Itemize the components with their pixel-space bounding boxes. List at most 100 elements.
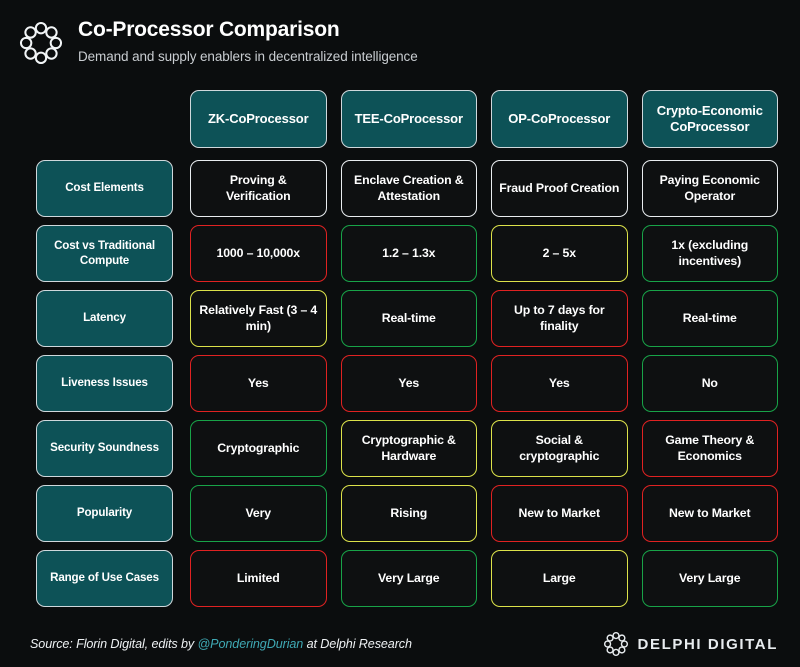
row-label-cost-elements: Cost Elements: [36, 160, 173, 217]
column-header-cell: OP-CoProcessor: [491, 90, 642, 148]
data-cell: 1000 – 10,000x: [190, 225, 341, 282]
data-cell: Real-time: [642, 290, 779, 347]
cell-use-cases-zk: Limited: [190, 550, 327, 607]
table-row: Security Soundness Cryptographic Cryptog…: [0, 420, 800, 477]
data-cell: Large: [491, 550, 642, 607]
source-prefix: Source: Florin Digital, edits by: [30, 637, 198, 651]
data-cell: Social & cryptographic: [491, 420, 642, 477]
data-cell: Rising: [341, 485, 492, 542]
column-header-cell: ZK-CoProcessor: [190, 90, 341, 148]
row-label-security-soundness: Security Soundness: [36, 420, 173, 477]
source-suffix: at Delphi Research: [303, 637, 412, 651]
row-label-cell: Popularity: [36, 485, 173, 542]
cell-cost-ratio-crypto: 1x (excluding incentives): [642, 225, 779, 282]
column-header-cell: Crypto-Economic CoProcessor: [642, 90, 779, 148]
cell-popularity-zk: Very: [190, 485, 327, 542]
table-row: Liveness Issues Yes Yes Yes No: [0, 355, 800, 412]
cell-use-cases-op: Large: [491, 550, 628, 607]
data-cell: Proving & Verification: [190, 160, 341, 217]
data-cell: Enclave Creation & Attestation: [341, 160, 492, 217]
row-label-cell: Cost Elements: [36, 160, 173, 217]
data-cell: Yes: [341, 355, 492, 412]
comparison-matrix: ZK-CoProcessor TEE-CoProcessor OP-CoProc…: [0, 90, 800, 615]
cell-use-cases-tee: Very Large: [341, 550, 478, 607]
column-header-zk: ZK-CoProcessor: [190, 90, 327, 148]
data-cell: New to Market: [642, 485, 779, 542]
table-row: Range of Use Cases Limited Very Large La…: [0, 550, 800, 607]
page-subtitle: Demand and supply enablers in decentrali…: [78, 49, 418, 64]
cell-latency-op: Up to 7 days for finality: [491, 290, 628, 347]
data-cell: 1x (excluding incentives): [642, 225, 779, 282]
cell-cost-ratio-zk: 1000 – 10,000x: [190, 225, 327, 282]
table-row: Cost vs Traditional Compute 1000 – 10,00…: [0, 225, 800, 282]
data-cell: Real-time: [341, 290, 492, 347]
cell-cost-elements-zk: Proving & Verification: [190, 160, 327, 217]
data-cell: Cryptographic: [190, 420, 341, 477]
data-cell: Relatively Fast (3 – 4 min): [190, 290, 341, 347]
cell-liveness-op: Yes: [491, 355, 628, 412]
cell-latency-tee: Real-time: [341, 290, 478, 347]
cell-latency-crypto: Real-time: [642, 290, 779, 347]
column-header-cell: TEE-CoProcessor: [341, 90, 492, 148]
data-cell: 2 – 5x: [491, 225, 642, 282]
row-label-range-of-use-cases: Range of Use Cases: [36, 550, 173, 607]
source-handle-link[interactable]: @PonderingDurian: [198, 637, 304, 651]
row-label-cell: Liveness Issues: [36, 355, 173, 412]
cell-popularity-crypto: New to Market: [642, 485, 779, 542]
cell-cost-elements-tee: Enclave Creation & Attestation: [341, 160, 478, 217]
data-cell: Up to 7 days for finality: [491, 290, 642, 347]
data-cell: Fraud Proof Creation: [491, 160, 642, 217]
cell-popularity-op: New to Market: [491, 485, 628, 542]
cell-security-tee: Cryptographic & Hardware: [341, 420, 478, 477]
row-label-cell: Latency: [36, 290, 173, 347]
data-cell: Very Large: [642, 550, 779, 607]
cell-security-zk: Cryptographic: [190, 420, 327, 477]
page-title: Co-Processor Comparison: [78, 18, 418, 42]
row-label-liveness-issues: Liveness Issues: [36, 355, 173, 412]
table-row: Latency Relatively Fast (3 – 4 min) Real…: [0, 290, 800, 347]
data-cell: Game Theory & Economics: [642, 420, 779, 477]
matrix-corner-spacer: [36, 90, 173, 148]
column-header-crypto-economic: Crypto-Economic CoProcessor: [642, 90, 779, 148]
delphi-digital-wordmark: DELPHI DIGITAL: [638, 636, 778, 653]
data-cell: Yes: [491, 355, 642, 412]
cell-cost-elements-op: Fraud Proof Creation: [491, 160, 628, 217]
data-cell: Limited: [190, 550, 341, 607]
cell-use-cases-crypto: Very Large: [642, 550, 779, 607]
table-row: Popularity Very Rising New to Market New…: [0, 485, 800, 542]
delphi-ring-logo-icon: [18, 20, 64, 66]
column-header-tee: TEE-CoProcessor: [341, 90, 478, 148]
page-footer: Source: Florin Digital, edits by @Ponder…: [0, 621, 800, 667]
data-cell: New to Market: [491, 485, 642, 542]
column-header-op: OP-CoProcessor: [491, 90, 628, 148]
cell-security-crypto: Game Theory & Economics: [642, 420, 779, 477]
data-cell: No: [642, 355, 779, 412]
data-cell: Yes: [190, 355, 341, 412]
page-header: Co-Processor Comparison Demand and suppl…: [0, 0, 800, 78]
data-cell: Cryptographic & Hardware: [341, 420, 492, 477]
row-label-cell: Range of Use Cases: [36, 550, 173, 607]
data-cell: Paying Economic Operator: [642, 160, 779, 217]
data-cell: Very: [190, 485, 341, 542]
cell-liveness-crypto: No: [642, 355, 779, 412]
row-label-cost-vs-traditional-compute: Cost vs Traditional Compute: [36, 225, 173, 282]
data-cell: Very Large: [341, 550, 492, 607]
cell-cost-elements-crypto: Paying Economic Operator: [642, 160, 779, 217]
footer-brand: DELPHI DIGITAL: [603, 631, 778, 657]
cell-liveness-tee: Yes: [341, 355, 478, 412]
matrix-header-row: ZK-CoProcessor TEE-CoProcessor OP-CoProc…: [0, 90, 800, 148]
row-label-cell: Cost vs Traditional Compute: [36, 225, 173, 282]
row-label-popularity: Popularity: [36, 485, 173, 542]
source-attribution: Source: Florin Digital, edits by @Ponder…: [30, 637, 412, 651]
delphi-ring-logo-icon: [603, 631, 629, 657]
data-cell: 1.2 – 1.3x: [341, 225, 492, 282]
row-label-latency: Latency: [36, 290, 173, 347]
cell-security-op: Social & cryptographic: [491, 420, 628, 477]
row-label-cell: Security Soundness: [36, 420, 173, 477]
cell-cost-ratio-tee: 1.2 – 1.3x: [341, 225, 478, 282]
cell-popularity-tee: Rising: [341, 485, 478, 542]
cell-liveness-zk: Yes: [190, 355, 327, 412]
table-row: Cost Elements Proving & Verification Enc…: [0, 160, 800, 217]
header-text-block: Co-Processor Comparison Demand and suppl…: [78, 16, 418, 64]
cell-cost-ratio-op: 2 – 5x: [491, 225, 628, 282]
